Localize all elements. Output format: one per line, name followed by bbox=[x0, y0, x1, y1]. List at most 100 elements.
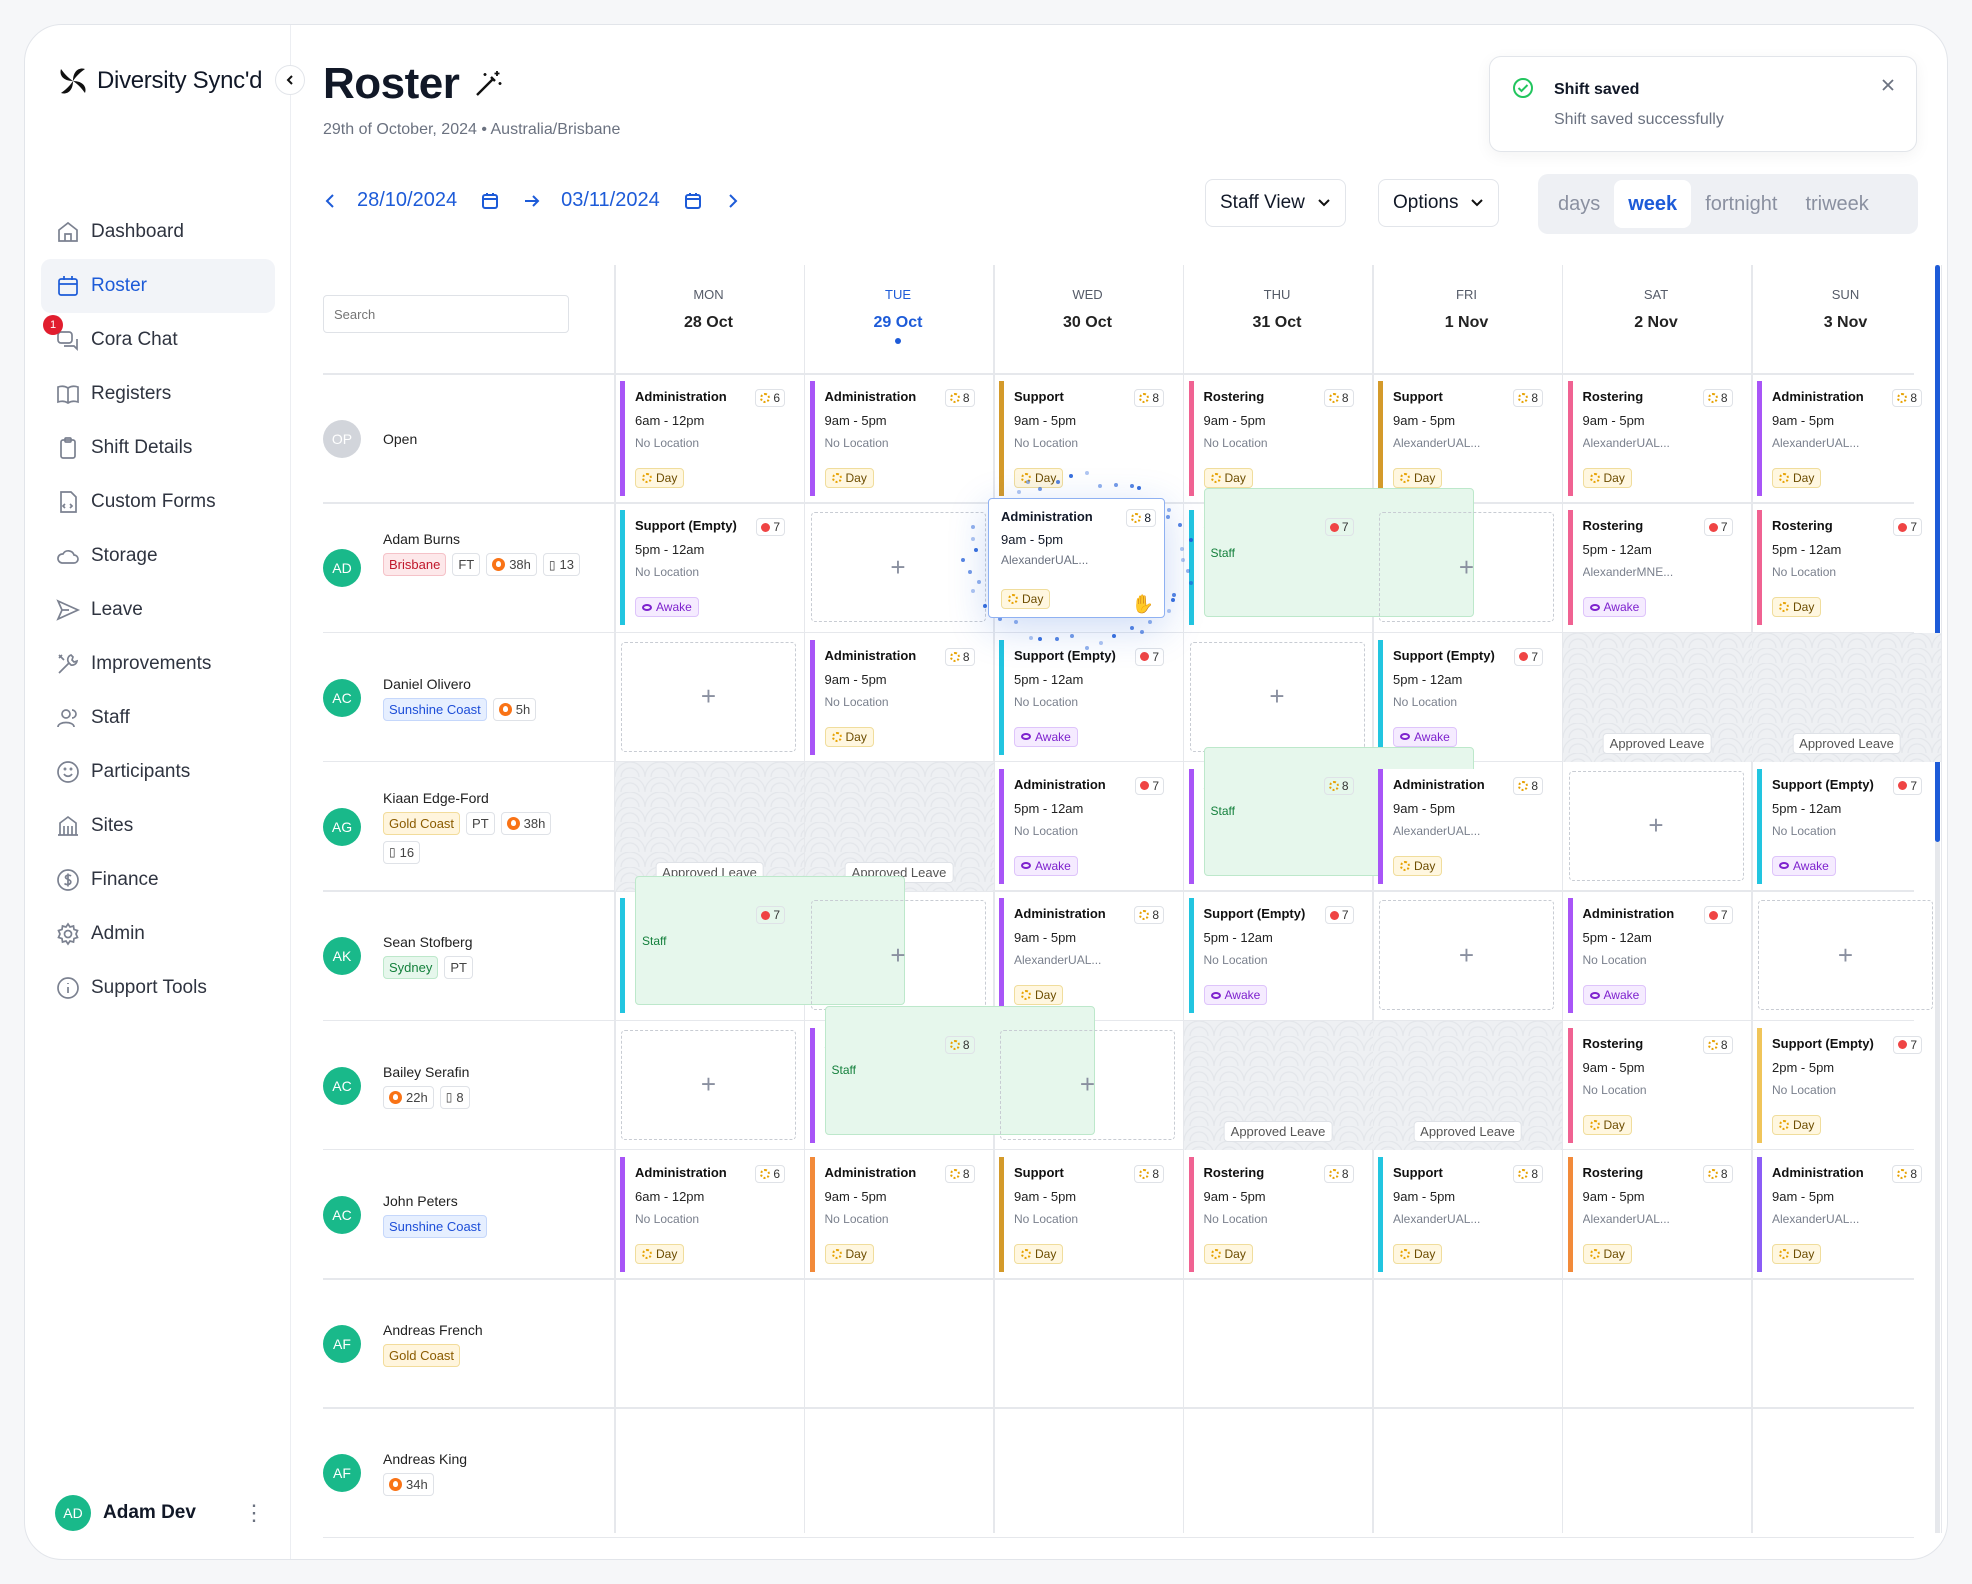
shift-card[interactable]: Rostering 9am - 5pm No Location Day 8 bbox=[1567, 1027, 1741, 1143]
staff-row-header[interactable]: AK Sean Stofberg Sydney PT bbox=[323, 891, 593, 1020]
shift-card[interactable]: Administration 9am - 5pm No Location Day 8 bbox=[809, 1156, 983, 1272]
range-days-button[interactable]: days bbox=[1544, 180, 1614, 228]
sidebar-item-admin[interactable]: Admin bbox=[41, 907, 275, 961]
shift-card[interactable]: Rostering 9am - 5pm No Location Day 8 bbox=[1188, 1156, 1362, 1272]
approved-leave-cell[interactable]: Approved Leave bbox=[1373, 1020, 1562, 1150]
add-shift-button[interactable]: + bbox=[810, 900, 986, 1011]
sidebar-item-dashboard[interactable]: Dashboard bbox=[41, 205, 275, 259]
add-shift-button[interactable]: + bbox=[1189, 641, 1365, 752]
shift-card[interactable]: Administration 6am - 12pm No Location Day 6 bbox=[620, 1156, 793, 1272]
close-icon[interactable] bbox=[1880, 77, 1896, 93]
staff-row-header[interactable]: AC Bailey Serafin 22h ▯ 8 bbox=[323, 1021, 593, 1150]
add-shift-button[interactable]: + bbox=[621, 641, 796, 752]
range-fortnight-button[interactable]: fortnight bbox=[1691, 180, 1791, 228]
approved-leave-cell[interactable]: Approved Leave bbox=[615, 761, 804, 891]
day-header-mon[interactable]: MON 28 Oct bbox=[614, 287, 803, 332]
shift-card[interactable]: Rostering 9am - 5pm No Location Day 8 bbox=[1188, 381, 1362, 496]
sidebar-item-leave[interactable]: Leave bbox=[41, 583, 275, 637]
day-header-fri[interactable]: FRI 1 Nov bbox=[1372, 287, 1561, 332]
shift-card[interactable]: Rostering 5pm - 12am No Location Day 7 bbox=[1757, 510, 1930, 626]
shift-card[interactable]: Support (Empty) 5pm - 12am No Location Awak… bbox=[1378, 639, 1551, 755]
shift-card[interactable]: Rostering 9am - 5pm AlexanderUAL... Day 8 bbox=[1567, 381, 1741, 496]
shift-card[interactable]: Administration 5pm - 12am No Location Awake… bbox=[1567, 898, 1741, 1014]
sidebar-item-improvements[interactable]: Improvements bbox=[41, 637, 275, 691]
shift-card[interactable]: Administration 9am - 5pm AlexanderUAL... Da… bbox=[1378, 768, 1551, 884]
shift-card[interactable]: Support (Empty) 5pm - 12am No Location Awak… bbox=[1188, 898, 1362, 1014]
shift-card[interactable]: Administration 6am - 12pm No Location Day 6 bbox=[620, 381, 793, 496]
staff-row-header[interactable]: AC Daniel Olivero Sunshine Coast 5h bbox=[323, 633, 593, 762]
sidebar-item-storage[interactable]: Storage bbox=[41, 529, 275, 583]
options-dropdown[interactable]: Options bbox=[1378, 179, 1500, 227]
staff-row-header[interactable]: AD Adam Burns Brisbane FT 38h ▯ 13 bbox=[323, 503, 593, 632]
approved-leave-cell[interactable]: Approved Leave bbox=[804, 761, 994, 891]
sidebar-item-participants[interactable]: Participants bbox=[41, 745, 275, 799]
approved-leave-cell[interactable]: Approved Leave bbox=[1183, 1020, 1373, 1150]
shift-card[interactable]: Support (Empty) 5pm - 12am No Location Awak… bbox=[620, 510, 793, 626]
sidebar-item-cora-chat[interactable]: Cora Chat 1 bbox=[41, 313, 275, 367]
day-header-tue[interactable]: TUE 29 Oct bbox=[804, 287, 993, 344]
shift-card[interactable]: Support 9am - 5pm No Location Day 8 bbox=[999, 381, 1172, 496]
sidebar-item-custom-forms[interactable]: Custom Forms bbox=[41, 475, 275, 529]
shift-card[interactable]: Administration9am - 5pmNo LocationStaff8 bbox=[809, 1005, 1095, 1143]
sidebar-item-roster[interactable]: Roster bbox=[41, 259, 275, 313]
staff-row-header[interactable]: AG Kiaan Edge-Ford Gold Coast PT 38h ▯ 16 bbox=[323, 762, 593, 891]
day-header-sun[interactable]: SUN 3 Nov bbox=[1751, 287, 1940, 332]
add-shift-button[interactable]: + bbox=[1000, 1029, 1175, 1140]
collapse-sidebar-button[interactable] bbox=[275, 65, 305, 95]
app-logo[interactable]: Diversity Sync'd bbox=[55, 63, 262, 99]
shift-card[interactable]: Administration 9am - 5pm No Location Day 8 bbox=[809, 381, 983, 496]
magic-wand-icon[interactable] bbox=[471, 67, 505, 101]
more-vertical-icon[interactable]: ⋮ bbox=[243, 1500, 265, 1526]
sidebar-item-finance[interactable]: Finance bbox=[41, 853, 275, 907]
add-shift-button[interactable]: + bbox=[1568, 770, 1744, 881]
add-shift-button[interactable]: + bbox=[1379, 512, 1554, 623]
calendar-icon[interactable] bbox=[481, 192, 499, 210]
shift-card[interactable]: Support 9am - 5pm No Location Day 8 bbox=[999, 1156, 1172, 1272]
shift-card[interactable]: Support (Empty)5pm - 12amAguilarPIDZ Ho.… bbox=[620, 876, 905, 1014]
sidebar-item-staff[interactable]: Staff bbox=[41, 691, 275, 745]
shift-card[interactable]: Administration 5pm - 12am No Location Awake… bbox=[999, 768, 1172, 884]
staff-view-dropdown[interactable]: Staff View bbox=[1205, 179, 1346, 227]
staff-row-header[interactable]: OP Open bbox=[323, 374, 593, 503]
approved-leave-cell[interactable]: Approved Leave bbox=[1562, 632, 1752, 762]
shift-card[interactable]: Support (Empty)2pm - 5pmAlexanderUAL...S… bbox=[1188, 488, 1474, 626]
shift-card[interactable]: Support (Empty) 5pm - 12am No Location Awak… bbox=[999, 639, 1172, 755]
sidebar-item-registers[interactable]: Registers bbox=[41, 367, 275, 421]
shift-card[interactable]: Administration 9am - 5pm No Location Day 8 bbox=[809, 639, 983, 755]
search-input[interactable] bbox=[323, 295, 569, 333]
staff-row-header[interactable]: AF Andreas French Gold Coast bbox=[323, 1279, 593, 1408]
shift-card[interactable]: Support 9am - 5pm AlexanderUAL... Day 8 bbox=[1378, 1156, 1551, 1272]
approved-leave-cell[interactable]: Approved Leave bbox=[1752, 632, 1941, 762]
shift-card[interactable]: Administration 9am - 5pm AlexanderUAL... Da… bbox=[1757, 1156, 1930, 1272]
range-triweek-button[interactable]: triweek bbox=[1791, 180, 1882, 228]
add-shift-button[interactable]: + bbox=[1758, 900, 1933, 1011]
add-shift-button[interactable]: + bbox=[1379, 900, 1554, 1011]
sidebar-item-shift-details[interactable]: Shift Details bbox=[41, 421, 275, 475]
day-header-thu[interactable]: THU 31 Oct bbox=[1183, 287, 1372, 332]
shift-card[interactable]: Rostering 9am - 5pm AlexanderUAL... Day 8 bbox=[1567, 1156, 1741, 1272]
start-date[interactable]: 28/10/2024 bbox=[357, 189, 457, 212]
shift-card[interactable]: Administration 9am - 5pm AlexanderUAL... Da… bbox=[999, 898, 1172, 1014]
day-header-sat[interactable]: SAT 2 Nov bbox=[1562, 287, 1751, 332]
user-menu[interactable]: AD Adam Dev ⋮ bbox=[55, 1495, 265, 1531]
range-week-button[interactable]: week bbox=[1614, 180, 1692, 228]
staff-row-header[interactable]: AC John Peters Sunshine Coast bbox=[323, 1150, 593, 1279]
shift-card[interactable]: Administration 9am - 5pm AlexanderUAL... Da… bbox=[1757, 381, 1930, 496]
shift-card[interactable]: Rostering 5pm - 12am AlexanderMNE... Awake 7 bbox=[1567, 510, 1741, 626]
shift-card[interactable]: Support (Empty) 5pm - 12am No Location Awak… bbox=[1757, 768, 1930, 884]
shift-card[interactable]: Administration9am - 5pmAguilarPIDZ Ho...… bbox=[1188, 746, 1474, 884]
chevron-right-icon[interactable] bbox=[726, 193, 740, 209]
sidebar-item-support-tools[interactable]: Support Tools bbox=[41, 961, 275, 1015]
day-header-wed[interactable]: WED 30 Oct bbox=[993, 287, 1182, 332]
calendar-icon[interactable] bbox=[684, 192, 702, 210]
shift-card[interactable]: Support 9am - 5pm AlexanderUAL... Day 8 bbox=[1378, 381, 1551, 496]
shift-card[interactable]: Support (Empty) 2pm - 5pm No Location Day 7 bbox=[1757, 1027, 1930, 1143]
staff-row-header[interactable]: AF Andreas King 34h bbox=[323, 1408, 593, 1537]
add-shift-button[interactable]: + bbox=[621, 1029, 796, 1140]
chevron-left-icon[interactable] bbox=[323, 193, 337, 209]
dragging-shift-card[interactable]: Administration 9am - 5pm AlexanderUAL... Da… bbox=[988, 498, 1165, 619]
add-shift-button[interactable]: + bbox=[810, 512, 986, 623]
sidebar-item-sites[interactable]: Sites bbox=[41, 799, 275, 853]
vertical-scrollbar[interactable] bbox=[1935, 265, 1940, 1533]
end-date[interactable]: 03/11/2024 bbox=[561, 189, 660, 212]
